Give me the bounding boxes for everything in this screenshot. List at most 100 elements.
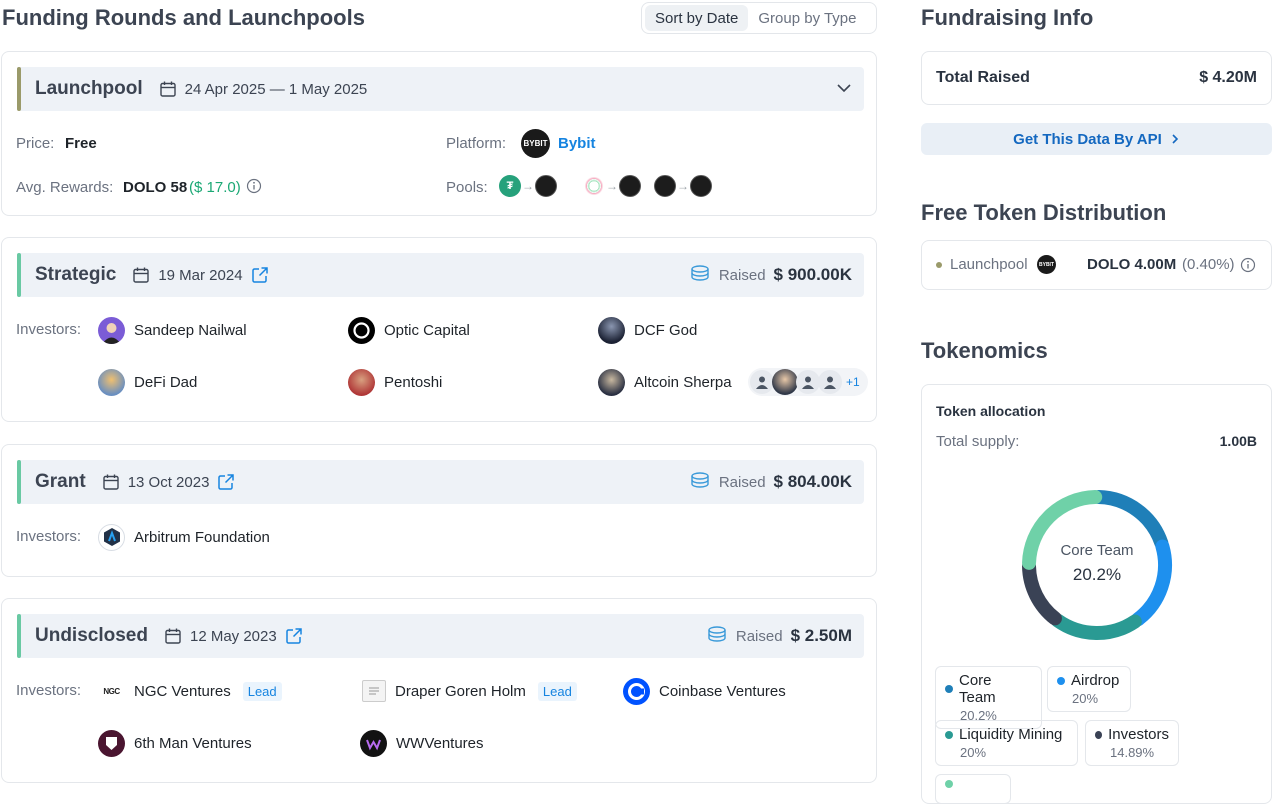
investor-item[interactable]: Altcoin Sherpa: [598, 368, 732, 396]
donut-segment-0[interactable]: [1091, 490, 1169, 551]
calendar-icon: [164, 627, 182, 645]
header-accent: [17, 67, 21, 111]
investor-item[interactable]: Pentoshi: [348, 368, 442, 396]
page-title: Funding Rounds and Launchpools: [2, 5, 365, 30]
user-icon: [818, 370, 842, 394]
lead-badge: Lead: [242, 681, 282, 701]
group-by-type-button[interactable]: Group by Type: [748, 5, 866, 31]
user-icon: [750, 370, 774, 394]
supply-value: 1.00B: [1219, 433, 1257, 449]
dolo-icon: [690, 175, 712, 197]
round-title: Launchpool: [35, 78, 143, 99]
undisclosed-header: Undisclosed 12 May 2023 Raised $ 2.50M: [17, 614, 864, 658]
investor-item[interactable]: Coinbase Ventures: [623, 677, 786, 705]
platform-link[interactable]: Bybit: [558, 135, 596, 152]
info-icon[interactable]: [1240, 257, 1256, 278]
avatar: [598, 368, 625, 396]
round-date: 12 May 2023: [189, 627, 277, 645]
undisclosed-card: Undisclosed 12 May 2023 Raised $ 2.50M I…: [1, 598, 877, 783]
platform-label: Platform:: [446, 135, 507, 152]
grant-header: Grant 13 Oct 2023 Raised $ 804.00K: [17, 460, 864, 504]
investor-item[interactable]: NGC NGC Ventures Lead: [98, 677, 282, 705]
sort-by-date-button[interactable]: Sort by Date: [645, 5, 749, 31]
investors-label: Investors:: [16, 321, 82, 338]
donut-center-value: 20.2%: [1072, 565, 1122, 584]
coins-icon: [689, 264, 711, 287]
avatar: [772, 369, 798, 395]
grant-card: Grant 13 Oct 2023 Raised $ 804.00K Inves…: [1, 444, 877, 577]
dolo-icon: [619, 175, 641, 197]
round-date: 19 Mar 2024: [158, 266, 243, 284]
distribution-value: DOLO 4.00M: [1087, 256, 1177, 273]
6th-man-logo: [98, 729, 125, 757]
arrow-icon: →: [677, 179, 689, 193]
launchpool-card: Launchpool 24 Apr 2025 — 1 May 2025 Pric…: [1, 51, 877, 216]
supply-label: Total supply:: [936, 433, 1020, 450]
tokenomics-title: Tokenomics: [921, 338, 1048, 363]
get-data-api-button[interactable]: Get This Data By API: [921, 123, 1272, 155]
round-title: Undisclosed: [35, 625, 148, 646]
avatar: [598, 316, 625, 344]
avatar: [348, 368, 375, 396]
investor-item[interactable]: Sandeep Nailwal: [98, 316, 247, 344]
total-raised-card: Total Raised $ 4.20M: [921, 51, 1272, 105]
free-distribution-title: Free Token Distribution: [921, 200, 1167, 225]
avatar: [98, 316, 125, 344]
round-title: Grant: [35, 471, 86, 492]
calendar-icon: [132, 266, 150, 284]
more-count: +1: [846, 375, 860, 389]
fundraising-title: Fundraising Info: [921, 5, 1094, 30]
allocation-title: Token allocation: [936, 403, 1046, 419]
raised-block: Raised $ 900.00K: [689, 253, 852, 297]
lead-badge: Lead: [537, 681, 577, 701]
chevron-down-icon[interactable]: [836, 80, 852, 101]
round-title: Strategic: [35, 264, 117, 285]
calendar-icon: [159, 80, 177, 98]
legend-item[interactable]: [935, 774, 1011, 804]
investors-label: Investors:: [16, 528, 82, 545]
bullet-dot: [936, 262, 942, 268]
calendar-icon: [102, 473, 120, 491]
chevron-right-icon: [1170, 133, 1180, 145]
raised-value: $ 2.50M: [790, 626, 852, 645]
round-date: 24 Apr 2025 — 1 May 2025: [184, 80, 368, 98]
raised-label: Raised: [718, 473, 766, 491]
raised-label: Raised: [735, 627, 783, 645]
raised-label: Raised: [718, 266, 766, 284]
investor-item[interactable]: DeFi Dad: [98, 368, 197, 396]
dolo-icon: [654, 175, 676, 197]
investor-item[interactable]: WWVentures: [360, 729, 484, 757]
user-icon: [796, 370, 820, 394]
investor-item[interactable]: Arbitrum Foundation: [98, 523, 270, 551]
investor-item[interactable]: DCF God: [598, 316, 697, 344]
avg-rewards-usd: ($ 17.0): [189, 179, 241, 196]
dolo-icon: [535, 175, 557, 197]
free-distribution-card: Launchpool BYBIT DOLO 4.00M (0.40%): [921, 240, 1272, 290]
donut-segment-2[interactable]: [1050, 613, 1142, 640]
external-link-icon[interactable]: [285, 627, 303, 645]
info-icon[interactable]: [246, 178, 262, 199]
round-date: 13 Oct 2023: [127, 473, 210, 491]
legend-item[interactable]: Investors 14.89%: [1085, 720, 1179, 766]
distribution-pct: (0.40%): [1182, 256, 1235, 273]
wwventures-logo: [360, 729, 387, 757]
total-raised-value: $ 4.20M: [1199, 69, 1257, 86]
investor-item[interactable]: 6th Man Ventures: [98, 729, 252, 757]
external-link-icon[interactable]: [251, 266, 269, 284]
investor-item[interactable]: Optic Capital: [348, 316, 470, 344]
raised-value: $ 900.00K: [773, 265, 852, 284]
bybit-logo: BYBIT: [521, 129, 550, 158]
external-link-icon[interactable]: [217, 473, 235, 491]
distribution-label: Launchpool: [950, 256, 1028, 273]
legend-item[interactable]: Liquidity Mining 20%: [935, 720, 1078, 766]
launchpool-header[interactable]: Launchpool 24 Apr 2025 — 1 May 2025: [17, 67, 864, 111]
strategic-header: Strategic 19 Mar 2024 Raised $ 900.00K: [17, 253, 864, 297]
arrow-icon: →: [522, 179, 534, 193]
investor-item[interactable]: Draper Goren Holm Lead: [362, 677, 577, 705]
price-label: Price:: [16, 135, 55, 152]
pools-label: Pools:: [446, 179, 488, 196]
draper-logo: [362, 680, 386, 702]
total-raised-label: Total Raised: [936, 69, 1030, 86]
legend-item[interactable]: Airdrop 20%: [1047, 666, 1131, 712]
more-investors[interactable]: +1: [748, 368, 868, 396]
